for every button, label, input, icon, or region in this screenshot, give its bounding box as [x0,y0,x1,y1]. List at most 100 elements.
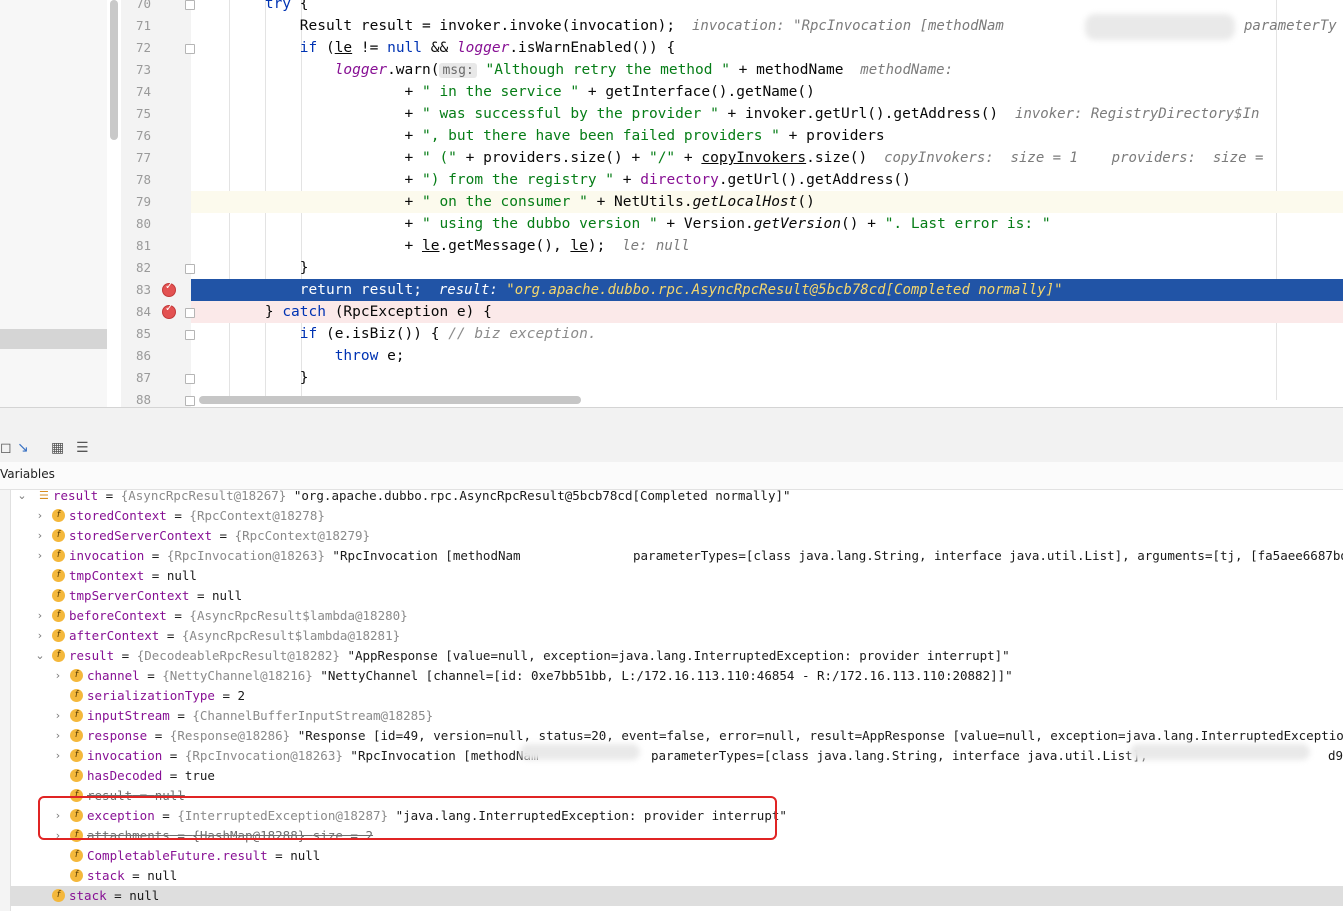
code-line[interactable]: 72 if (le != null && logger.isWarnEnable… [136,37,1343,59]
inline-debug-value[interactable]: le: null [605,238,689,254]
code-line[interactable]: 77 + " (" + providers.size() + "/" + cop… [136,147,1343,169]
code-line[interactable]: 85 if (e.isBiz()) { // biz exception. [136,323,1343,345]
variable-value-continued: d9 [1328,748,1343,763]
line-number[interactable]: 83 [121,279,151,301]
code-line[interactable]: 82 } [136,257,1343,279]
code-line[interactable]: 71 Result result = invoker.invoke(invoca… [136,15,1343,37]
breakpoint-icon[interactable] [162,281,176,297]
variable-row[interactable]: f stack = null [10,866,1343,886]
variable-row[interactable]: f tmpContext = null [10,566,1343,586]
line-number[interactable]: 76 [121,125,151,147]
code-text: + ", but there have been failed provider… [195,125,885,147]
code-line[interactable]: 75 + " was successful by the provider " … [136,103,1343,125]
expand-arrow-icon[interactable]: › [34,506,46,526]
variable-row[interactable]: › f response = {Response@18286} "Response … [10,726,1343,746]
line-number[interactable]: 84 [121,301,151,323]
code-line[interactable]: 88 [136,389,1343,411]
step-icon[interactable]: ◻ [0,439,12,457]
variable-row[interactable]: f CompletableFuture.result = null [10,846,1343,866]
line-number[interactable]: 72 [121,37,151,59]
inline-debug-value[interactable]: copyInvokers: size = 1 providers: size = [867,150,1263,166]
line-number[interactable]: 77 [121,147,151,169]
fold-marker-icon[interactable] [185,330,195,340]
code-line[interactable]: 74 + " in the service " + getInterface()… [136,81,1343,103]
step-into-icon[interactable]: ↘ [17,439,29,457]
inline-debug-value[interactable]: invocation: "RpcInvocation [methodNam [675,18,1004,34]
expand-arrow-icon[interactable]: › [34,546,46,566]
variable-row[interactable]: › f afterContext = {AsyncRpcResult$lambda@… [10,626,1343,646]
code-text: Result result = invoker.invoke(invocatio… [195,15,1004,37]
variable-text: serializationType = 2 [87,686,245,706]
expand-arrow-icon[interactable]: › [52,666,64,686]
code-line[interactable]: 83 return result; result: "org.apache.du… [136,279,1343,301]
variable-row[interactable]: ⌄ ☰ result = {AsyncRpcResult@18267} "org.a… [10,486,1343,506]
line-number[interactable]: 71 [121,15,151,37]
variable-row[interactable]: f tmpServerContext = null [10,586,1343,606]
breakpoint-icon[interactable] [162,303,176,319]
collapse-arrow-icon[interactable]: ⌄ [34,646,46,666]
expand-arrow-icon[interactable]: › [34,606,46,626]
code-token: throw [334,348,379,364]
code-line[interactable]: 86 throw e; [136,345,1343,367]
line-number[interactable]: 70 [121,0,151,15]
inline-debug-value[interactable]: invoker: RegistryDirectory$In [998,106,1259,122]
line-number[interactable]: 88 [121,389,151,411]
expand-arrow-icon[interactable]: › [52,746,64,766]
line-number[interactable]: 78 [121,169,151,191]
variable-row[interactable]: › f inputStream = {ChannelBufferInputStrea… [10,706,1343,726]
expand-arrow-icon[interactable]: › [52,726,64,746]
fold-marker-icon[interactable] [185,0,195,10]
line-number[interactable]: 81 [121,235,151,257]
variable-type: {AsyncRpcResult@18267} [120,488,294,503]
code-line[interactable]: 81 + le.getMessage(), le); le: null [136,235,1343,257]
variable-row[interactable]: f serializationType = 2 [10,686,1343,706]
project-panel-selected-row[interactable] [0,329,107,349]
inline-debug-value[interactable]: result: "org.apache.dubbo.rpc.AsyncRpcRe… [422,282,1063,298]
fold-marker-icon[interactable] [185,308,195,318]
expand-arrow-icon[interactable]: › [34,526,46,546]
line-number[interactable]: 74 [121,81,151,103]
variable-row[interactable]: › f invocation = {RpcInvocation@18263} "Rp… [10,546,1343,566]
line-number[interactable]: 73 [121,59,151,81]
inline-debug-value[interactable]: parameterTy [1244,15,1337,37]
code-line[interactable]: 73 logger.warn(msg: "Although retry the … [136,59,1343,81]
code-line[interactable]: 84 } catch (RpcException e) { [136,301,1343,323]
variable-row[interactable]: ⌄ f result = {DecodeableRpcResult@18282} "… [10,646,1343,666]
field-icon: f [70,689,83,702]
table-view-icon[interactable]: ▦ [51,439,64,457]
code-token: + [614,172,641,188]
variables-tree[interactable]: ⌄ ☰ result = {AsyncRpcResult@18267} "org.a… [10,486,1343,911]
fold-marker-icon[interactable] [185,374,195,384]
fold-marker-icon[interactable] [185,396,195,406]
line-number[interactable]: 79 [121,191,151,213]
variable-value: null [166,568,197,583]
line-number[interactable]: 75 [121,103,151,125]
expand-arrow-icon[interactable]: › [52,706,64,726]
variable-row[interactable]: › f channel = {NettyChannel@18216} "NettyC… [10,666,1343,686]
line-number[interactable]: 80 [121,213,151,235]
project-panel-scrollbar[interactable] [110,0,118,140]
variable-row[interactable]: › f storedContext = {RpcContext@18278} [10,506,1343,526]
fold-marker-icon[interactable] [185,264,195,274]
expand-arrow-icon[interactable]: › [34,626,46,646]
variable-row[interactable]: › f beforeContext = {AsyncRpcResult$lambda… [10,606,1343,626]
inline-debug-value[interactable]: methodName: [843,62,953,78]
line-number[interactable]: 87 [121,367,151,389]
code-line[interactable]: 78 + ") from the registry " + directory.… [136,169,1343,191]
code-line[interactable]: 80 + " using the dubbo version " + Versi… [136,213,1343,235]
settings-list-icon[interactable]: ☰ [76,439,89,457]
line-number[interactable]: 82 [121,257,151,279]
panel-divider[interactable] [0,407,1343,436]
variable-row[interactable]: f hasDecoded = true [10,766,1343,786]
code-line[interactable]: 76 + ", but there have been failed provi… [136,125,1343,147]
variable-row[interactable]: f stack = null [10,886,1343,906]
code-line[interactable]: 79 + " on the consumer " + NetUtils.getL… [136,191,1343,213]
variable-row[interactable]: › f storedServerContext = {RpcContext@1827… [10,526,1343,546]
code-line[interactable]: 70 try { [136,0,1343,15]
line-number[interactable]: 86 [121,345,151,367]
collapse-arrow-icon[interactable]: ⌄ [16,486,28,506]
line-number[interactable]: 85 [121,323,151,345]
code-line[interactable]: 87 } [136,367,1343,389]
fold-marker-icon[interactable] [185,44,195,54]
variable-text: beforeContext = {AsyncRpcResult$lambda@1… [69,606,408,626]
